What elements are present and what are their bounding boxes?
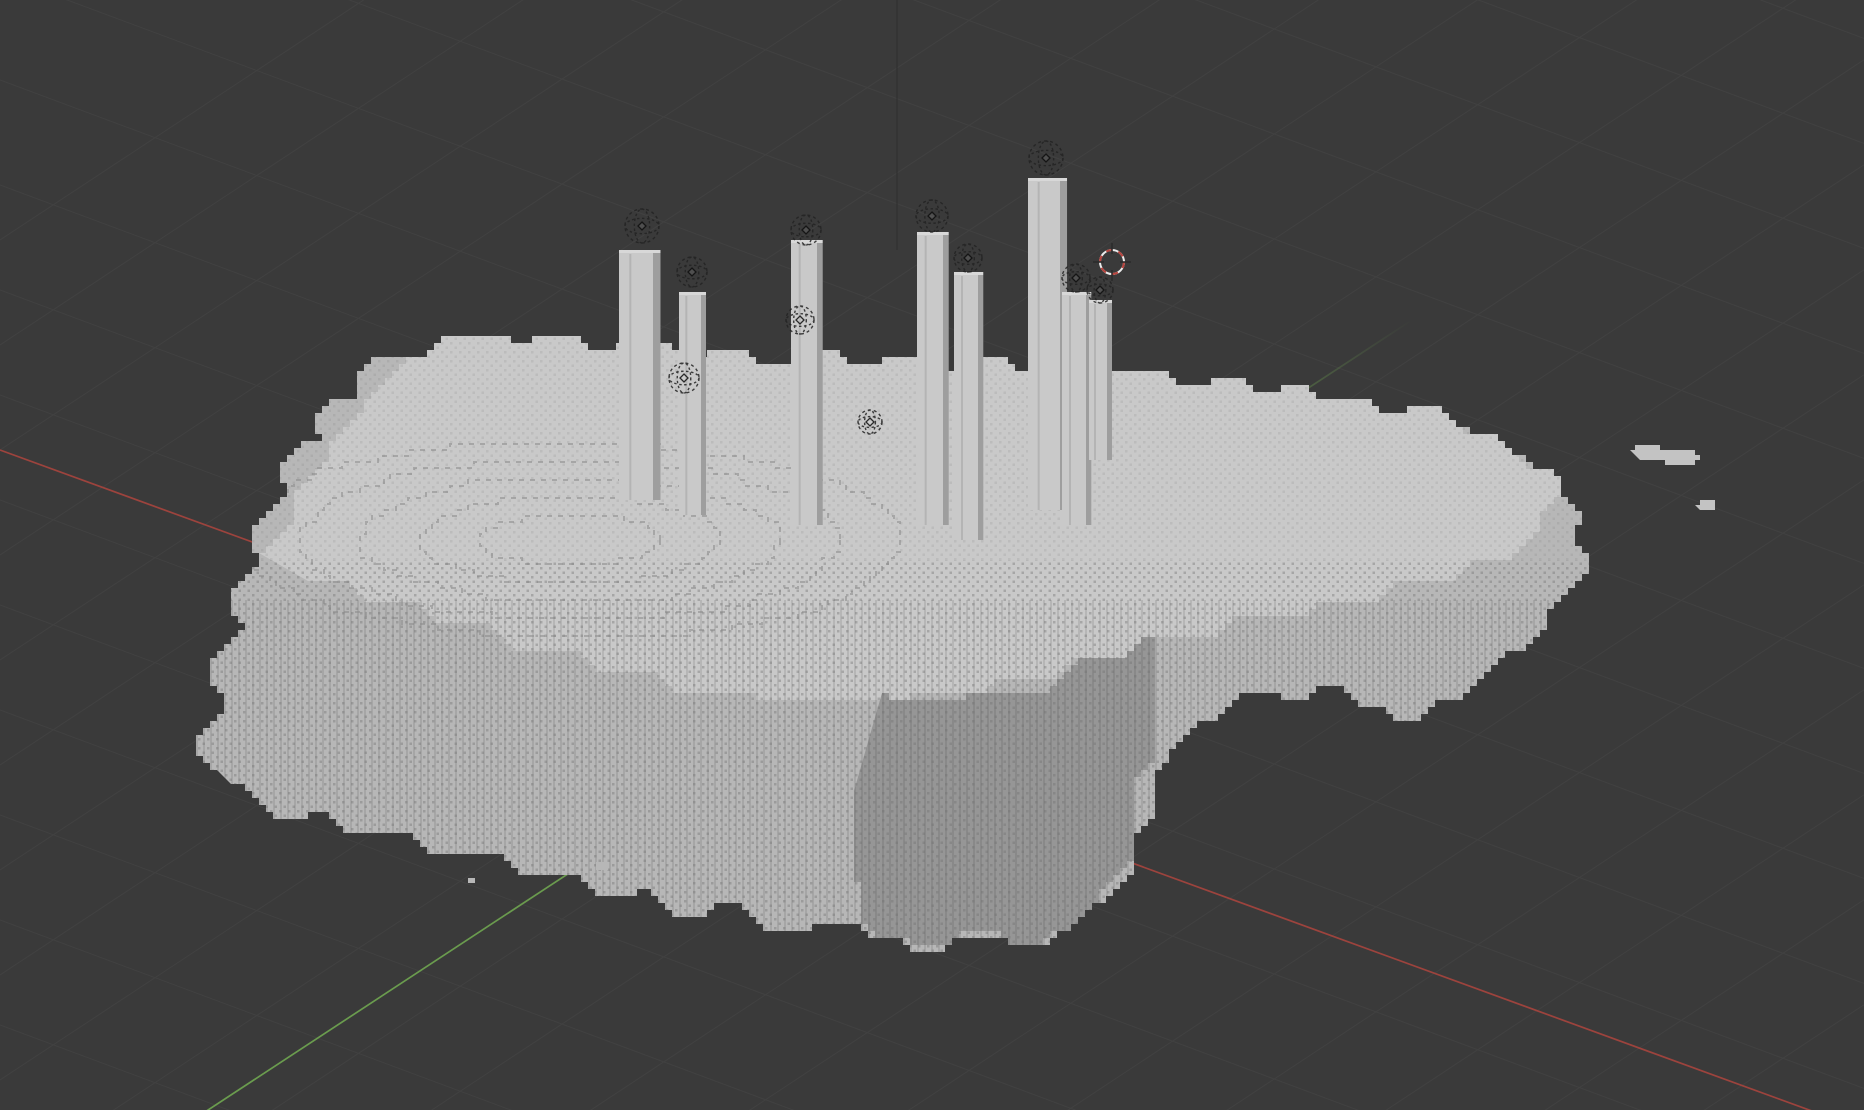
voxel-terrain-mesh[interactable] [180,178,1640,980]
3d-cursor[interactable] [1093,243,1131,281]
object-origin-icon [963,253,973,263]
object-origin-icon [1071,273,1081,283]
empty-sphere[interactable] [1028,140,1064,176]
viewport-canvas [0,0,1864,1110]
object-origin-icon [1095,285,1105,295]
empty-sphere[interactable] [953,243,983,273]
voxel-speckle-dense [196,560,1589,952]
object-origin-icon [801,225,811,235]
floating-islet[interactable] [1630,445,1700,465]
debris-voxel[interactable] [468,878,475,883]
debris-voxel[interactable] [596,862,608,870]
blender-3d-viewport[interactable] [0,0,1864,1110]
empty-sphere[interactable] [676,256,708,288]
empty-sphere[interactable] [1086,276,1114,304]
object-origin-icon [637,221,647,231]
object-origin-icon [687,267,697,277]
object-origin-icon [927,211,937,221]
empty-sphere[interactable] [915,199,949,233]
